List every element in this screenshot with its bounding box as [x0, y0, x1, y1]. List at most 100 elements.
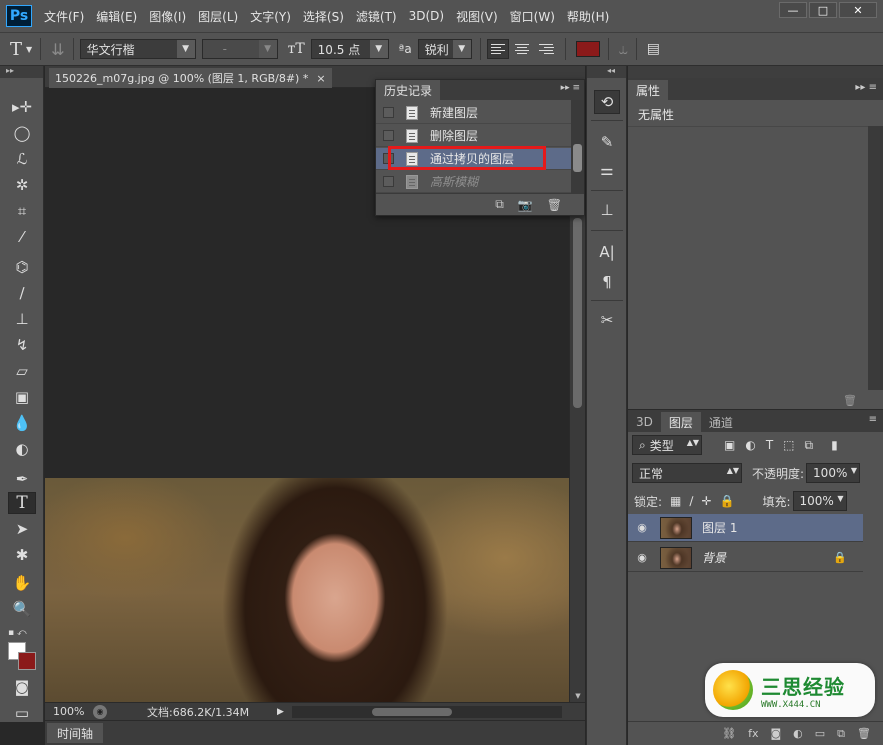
marquee-icon[interactable]: ◯	[8, 122, 36, 144]
layer-row-active[interactable]: ◉ 图层 1	[628, 514, 863, 542]
paragraph-icon[interactable]: ¶	[594, 270, 620, 294]
document-tab[interactable]: 150226_m07g.jpg @ 100% (图层 1, RGB/8#) * …	[49, 68, 332, 88]
menu-type[interactable]: 文字(Y)	[250, 8, 291, 25]
screen-mode-icon[interactable]: ▭	[8, 702, 36, 724]
text-orientation-icon[interactable]: ⇊	[51, 40, 64, 59]
crop-icon[interactable]: ⌗	[8, 200, 36, 222]
blend-mode-select[interactable]: 正常 ▲▼	[632, 463, 742, 483]
group-icon[interactable]: ▭	[815, 727, 825, 740]
tab-layers[interactable]: 图层	[660, 412, 701, 432]
fill-input[interactable]: 100% ▼	[792, 491, 847, 511]
brush-presets-icon[interactable]: ✎	[594, 130, 620, 154]
eraser-icon[interactable]: ▱	[8, 360, 36, 382]
align-left-button[interactable]	[486, 39, 509, 59]
history-item[interactable]: 新建图层	[376, 102, 572, 124]
timeline-tab[interactable]: 时间轴	[47, 723, 104, 743]
lock-image-icon[interactable]: ∕	[689, 494, 693, 508]
font-style-select[interactable]: - ▼	[201, 39, 278, 59]
history-item[interactable]: 删除图层	[376, 125, 572, 147]
eyedropper-icon[interactable]: ⁄	[8, 226, 36, 248]
hand-icon[interactable]: ✋	[8, 572, 36, 594]
healing-brush-icon[interactable]: ⌬	[8, 256, 36, 278]
new-layer-icon[interactable]: ⧉	[837, 727, 845, 741]
clone-source-icon[interactable]: ⊥	[594, 198, 620, 222]
eye-icon[interactable]: ◉	[632, 551, 652, 564]
add-mask-icon[interactable]: ◙	[770, 727, 781, 740]
align-right-button[interactable]	[535, 39, 557, 59]
close-tab-icon[interactable]: ×	[316, 72, 325, 85]
type-tool-preset-icon[interactable]: T	[10, 39, 22, 60]
adjustment-layer-icon[interactable]: ◐	[793, 727, 803, 740]
history-item[interactable]: 高斯模糊	[376, 171, 572, 193]
pen-icon[interactable]: ✒	[8, 468, 36, 490]
opacity-input[interactable]: 100% ▼	[806, 463, 861, 483]
filter-smart-object-icon[interactable]: ⧉	[805, 438, 814, 453]
properties-scrollbar[interactable]	[868, 126, 883, 390]
collapse-icon[interactable]: ▸▸	[0, 66, 43, 78]
panel-menu-icon[interactable]: ▸▸ ≡	[855, 82, 877, 93]
menu-select[interactable]: 选择(S)	[303, 8, 344, 25]
character-panel-icon[interactable]: ▤	[647, 41, 660, 57]
trash-icon[interactable]: 🗑	[547, 198, 562, 212]
filter-adjustment-icon[interactable]: ◐	[745, 438, 755, 452]
scroll-thumb[interactable]	[573, 144, 582, 172]
filter-pixel-icon[interactable]: ▣	[724, 438, 735, 452]
filter-kind-select[interactable]: ⌕ 类型 ▲▼	[632, 435, 702, 455]
tab-channels[interactable]: 通道	[701, 412, 741, 432]
magic-wand-icon[interactable]: ✲	[8, 174, 36, 196]
horizontal-scrollbar[interactable]	[291, 705, 562, 718]
lock-all-icon[interactable]: 🔒	[720, 494, 735, 508]
new-document-from-state-icon[interactable]: ⧉	[495, 197, 504, 212]
tool-presets-icon[interactable]: ✂	[594, 308, 620, 332]
history-tab[interactable]: 历史记录	[376, 80, 441, 100]
background-color[interactable]	[18, 652, 36, 670]
gradient-icon[interactable]: ▣	[8, 386, 36, 408]
font-size-select[interactable]: 10.5 点 ▼	[310, 39, 389, 59]
type-icon[interactable]: T	[8, 492, 36, 514]
minimize-button[interactable]: —	[779, 2, 807, 18]
swap-colors-icon[interactable]: ▪ ⤺	[8, 622, 36, 644]
menu-filter[interactable]: 滤镜(T)	[356, 8, 397, 25]
layer-row[interactable]: ◉ 背景 🔒	[628, 544, 863, 572]
clone-stamp-icon[interactable]: ⊥	[8, 308, 36, 330]
dodge-icon[interactable]: ◐	[8, 438, 36, 460]
snapshot-checkbox[interactable]	[383, 107, 394, 118]
menu-image[interactable]: 图像(I)	[149, 8, 186, 25]
zoom-icon[interactable]: 🔍	[8, 598, 36, 620]
zoom-level[interactable]: 100%	[45, 705, 89, 718]
menu-file[interactable]: 文件(F)	[44, 8, 84, 25]
path-selection-icon[interactable]: ➤	[8, 518, 36, 540]
snapshot-checkbox[interactable]	[383, 176, 394, 187]
layer-style-icon[interactable]: fx	[748, 727, 758, 740]
menu-edit[interactable]: 编辑(E)	[96, 8, 137, 25]
menu-view[interactable]: 视图(V)	[456, 8, 498, 25]
tab-3d[interactable]: 3D	[628, 412, 661, 432]
trash-icon[interactable]: 🗑	[857, 727, 871, 740]
trash-icon[interactable]: 🗑	[843, 394, 857, 407]
maximize-button[interactable]: □	[809, 2, 837, 18]
info-icon[interactable]: ◉	[93, 704, 107, 719]
scroll-down-icon[interactable]: ▼	[570, 690, 586, 702]
collapse-icon[interactable]: ◂◂	[587, 66, 626, 78]
warp-text-icon[interactable]: ⥿	[619, 39, 628, 59]
character-icon[interactable]: A|	[594, 240, 620, 264]
filter-shape-icon[interactable]: ⬚	[783, 438, 794, 452]
snapshot-checkbox[interactable]	[383, 130, 394, 141]
blur-icon[interactable]: 💧	[8, 412, 36, 434]
scroll-thumb[interactable]	[573, 218, 582, 408]
panel-menu-icon[interactable]: ▸▸ ≡	[561, 83, 580, 93]
camera-icon[interactable]: 📷	[518, 198, 533, 212]
history-brush-icon[interactable]: ↯	[8, 334, 36, 356]
adjustments-icon[interactable]: ⚌	[594, 158, 620, 182]
align-center-button[interactable]	[511, 39, 533, 59]
tab-properties[interactable]: 属性	[628, 80, 669, 100]
menu-layer[interactable]: 图层(L)	[198, 8, 238, 25]
scroll-thumb[interactable]	[371, 707, 452, 716]
lock-transparent-icon[interactable]: ▦	[670, 494, 681, 508]
panel-menu-icon[interactable]: ≡	[869, 414, 877, 425]
quick-mask-icon[interactable]: ◙	[8, 676, 36, 698]
preset-chevron-icon[interactable]: ▼	[26, 45, 32, 54]
font-family-select[interactable]: 华文行楷 ▼	[79, 39, 196, 59]
menu-help[interactable]: 帮助(H)	[567, 8, 609, 25]
filter-type-icon[interactable]: T	[766, 438, 773, 452]
